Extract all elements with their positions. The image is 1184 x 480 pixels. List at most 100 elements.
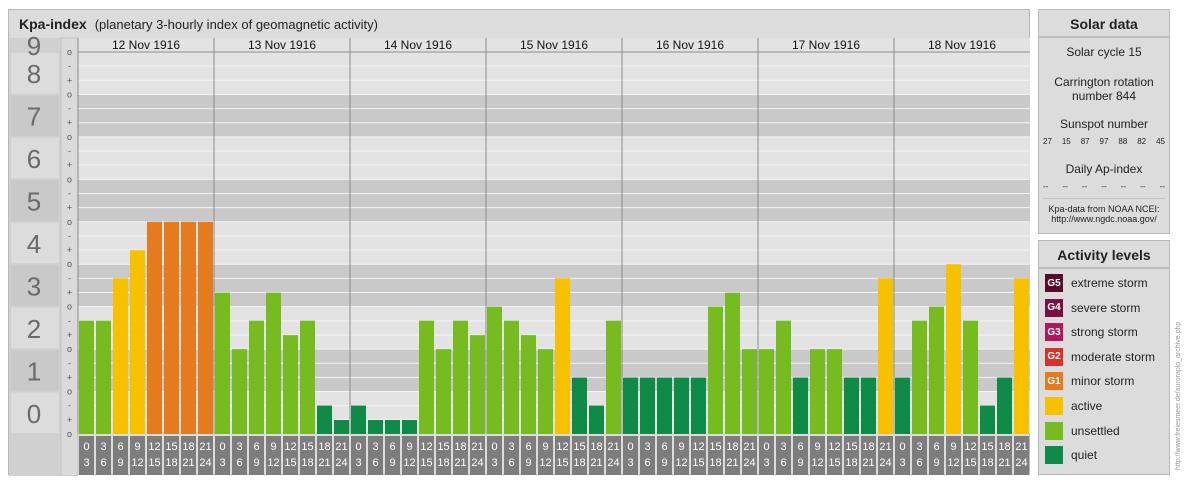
y-tick-label: 7 <box>27 102 41 132</box>
minor-tick-mark: + <box>67 203 72 213</box>
interval-end-label: 24 <box>471 457 483 469</box>
level-label: moderate storm <box>1071 349 1156 364</box>
level-label: extreme storm <box>1071 276 1148 290</box>
interval-end-label: 24 <box>335 457 347 469</box>
level-label: unsettled <box>1071 423 1120 438</box>
interval-end-label: 24 <box>879 457 891 469</box>
kp-bar <box>640 377 655 434</box>
ap-value: -- <box>1043 182 1049 191</box>
minor-tick-mark: + <box>67 118 72 128</box>
interval-end-label: 21 <box>318 457 330 469</box>
kp-bar <box>521 335 536 434</box>
kp-bar <box>776 320 791 434</box>
day-label: 18 Nov 1916 <box>928 38 996 52</box>
interval-end-label: 12 <box>947 457 959 469</box>
minor-tick-mark: - <box>68 146 71 156</box>
interval-end-label: 21 <box>998 457 1010 469</box>
y-tick-label: 9 <box>27 31 41 61</box>
kp-bar <box>130 250 145 434</box>
interval-start-label: 12 <box>284 441 296 453</box>
interval-end-label: 15 <box>148 457 160 469</box>
kp-bar <box>572 377 587 434</box>
interval-end-label: 24 <box>607 457 619 469</box>
solar-divider <box>1043 198 1165 199</box>
sunspot-value: 97 <box>1099 137 1109 146</box>
activity-level-item: G2 moderate storm <box>1045 347 1155 367</box>
sunspot-value: 45 <box>1156 137 1165 146</box>
sunspot-value: 27 <box>1043 137 1052 146</box>
interval-start-label: 9 <box>406 441 412 453</box>
day-label: 12 Nov 1916 <box>112 38 180 52</box>
interval-start-label: 21 <box>335 441 347 453</box>
kp-bar <box>555 278 570 434</box>
activity-level-item: active <box>1045 396 1102 416</box>
interval-start-label: 21 <box>879 441 891 453</box>
interval-start-label: 9 <box>270 441 276 453</box>
kp-bar <box>317 405 332 434</box>
interval-end-label: 9 <box>797 457 803 469</box>
minor-tick-mark: o <box>67 47 72 57</box>
interval-end-label: 9 <box>525 457 531 469</box>
interval-start-label: 15 <box>573 441 585 453</box>
interval-end-label: 21 <box>862 457 874 469</box>
kp-bar <box>691 377 706 434</box>
kp-bar <box>453 320 468 434</box>
minor-tick-mark: - <box>68 231 71 241</box>
kp-bar <box>810 349 825 434</box>
kp-bar <box>793 377 808 434</box>
interval-start-label: 18 <box>998 441 1010 453</box>
interval-start-label: 9 <box>678 441 684 453</box>
kp-bar <box>351 405 366 434</box>
interval-end-label: 18 <box>709 457 721 469</box>
kp-bar <box>198 221 213 434</box>
minor-tick-mark: + <box>67 160 72 170</box>
day-label: 17 Nov 1916 <box>792 38 860 52</box>
kp-bar <box>215 292 230 434</box>
interval-start-label: 12 <box>148 441 160 453</box>
interval-end-label: 12 <box>403 457 415 469</box>
y-tick-label: 2 <box>27 314 41 344</box>
interval-start-label: 21 <box>607 441 619 453</box>
kp-bar <box>436 349 451 434</box>
minor-tick-mark: - <box>68 316 71 326</box>
interval-end-label: 9 <box>389 457 395 469</box>
kp-bar <box>334 419 349 434</box>
kp-bar <box>878 278 893 434</box>
kp-bar <box>402 419 417 434</box>
interval-start-label: 21 <box>199 441 211 453</box>
interval-end-label: 18 <box>301 457 313 469</box>
minor-tick-mark: - <box>68 188 71 198</box>
sunspot-label: Sunspot number <box>1059 117 1149 131</box>
ap-value: -- <box>1140 182 1146 191</box>
interval-start-label: 9 <box>134 441 140 453</box>
interval-start-label: 3 <box>372 441 378 453</box>
minor-tick-mark: + <box>67 372 72 382</box>
interval-end-label: 3 <box>491 457 497 469</box>
level-band <box>78 136 1030 180</box>
solar-data-panel: Solar data Solar cycle 15 Carrington rot… <box>1038 9 1170 234</box>
kp-bar <box>419 320 434 434</box>
y-tick-label: 4 <box>27 229 41 259</box>
interval-end-label: 12 <box>811 457 823 469</box>
sunspot-value: 82 <box>1137 137 1147 146</box>
interval-start-label: 21 <box>471 441 483 453</box>
kp-bar <box>929 306 944 434</box>
activity-level-item: G3 strong storm <box>1045 322 1138 342</box>
interval-start-label: 12 <box>420 441 432 453</box>
kp-bar <box>589 405 604 434</box>
interval-end-label: 18 <box>437 457 449 469</box>
interval-end-label: 3 <box>899 457 905 469</box>
ap-values: -- -- -- -- -- -- -- <box>1043 182 1165 191</box>
interval-end-label: 3 <box>355 457 361 469</box>
interval-end-label: 6 <box>508 457 514 469</box>
kpa-chart-panel: 12 Nov 1916 13 Nov 1916 14 Nov 1916 15 Nov … <box>8 9 1030 476</box>
minor-tick-mark: - <box>68 358 71 368</box>
kp-bar <box>283 335 298 434</box>
y-tick-label: 3 <box>27 271 41 301</box>
level-label: strong storm <box>1071 325 1138 340</box>
interval-end-label: 3 <box>763 457 769 469</box>
interval-end-label: 6 <box>916 457 922 469</box>
interval-start-label: 15 <box>709 441 721 453</box>
interval-end-label: 15 <box>692 457 704 469</box>
interval-start-label: 9 <box>542 441 548 453</box>
